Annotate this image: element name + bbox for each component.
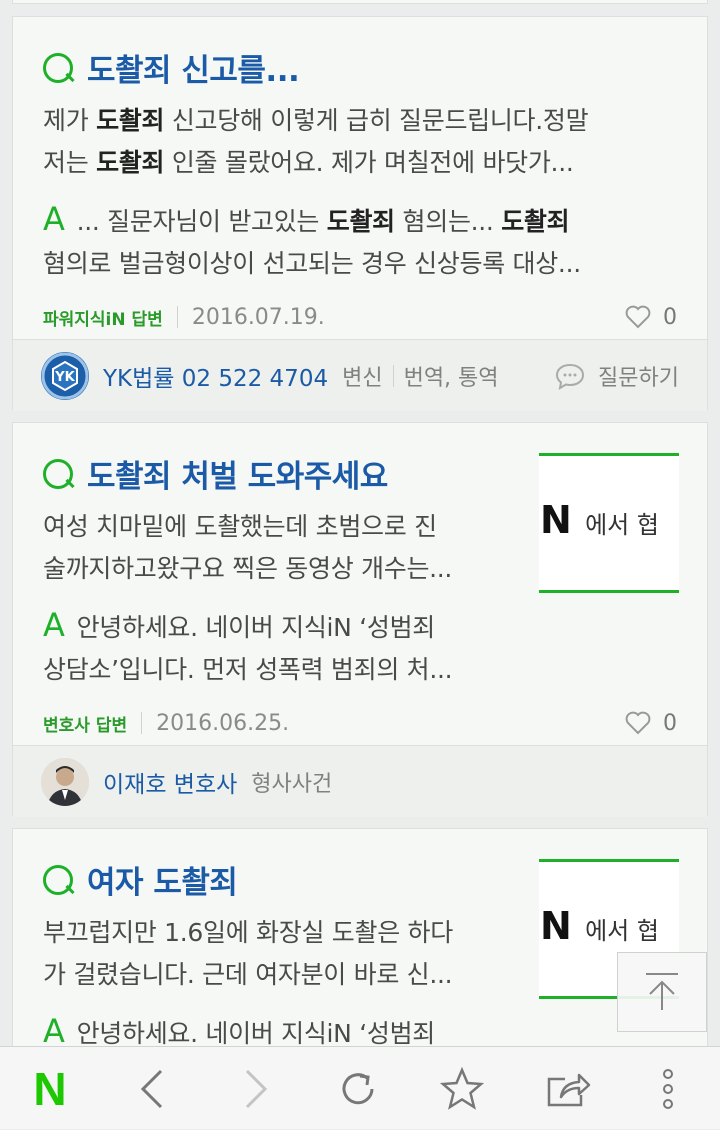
like-button[interactable]: 0 [625,305,677,330]
question-snippet: 부끄럽지만 1.6일에 화장실 도촬은 하다 가 걸렸습니다. 근데 여자분이 … [43,918,453,989]
back-button[interactable] [112,1047,192,1130]
question-snippet: 제가 도촬죄 신고당해 이렇게 급히 질문드립니다.정말 저는 도촬죄 인줄 몰… [43,106,589,177]
answerer-footer: YK YK법률 02 522 4704 변신 번역, 통역 질문하기 [13,339,707,411]
question-snippet: 여성 치마밑에 도촬했는데 초범으로 진 술까지하고왔구요 찍은 동영상 개수는… [43,512,453,583]
speech-bubble-icon [556,363,585,390]
forward-button[interactable] [216,1047,296,1130]
answer-snippet: A 안녕하세요. 네이버 지식iN ‘성범죄 상담소’입니다. 먼저 성폭력 범죄… [43,606,453,684]
answerer-category: 변신 [342,365,383,391]
divider [392,364,394,387]
like-count: 0 [663,304,677,330]
lawyer-avatar[interactable] [41,757,89,806]
like-button[interactable]: 0 [625,711,677,736]
heart-icon [625,305,651,329]
a-icon: A [43,200,65,238]
q-icon [43,52,73,83]
answer-date: 2016.07.19. [191,304,325,330]
more-vertical-icon [663,1068,673,1109]
a-icon: A [43,1012,65,1050]
question-title: 여자 도촬죄 [87,865,238,901]
heart-icon [625,711,651,735]
refresh-button[interactable] [318,1047,398,1130]
like-count: 0 [663,710,677,736]
naver-logo-icon: N [33,1062,67,1115]
divider [141,712,143,734]
answer-meta: 변호사 답변 2016.06.25. 0 [43,703,677,743]
previous-card-edge [12,0,708,4]
arrow-up-icon [646,973,678,1010]
answerer-name-link[interactable]: YK법률 02 522 4704 [103,359,328,393]
chevron-left-icon [140,1069,163,1108]
ask-question-button[interactable]: 질문하기 [554,360,679,392]
svg-text:YK: YK [54,370,75,385]
answerer-category: 형사사건 [251,771,333,797]
answer-snippet: A... 질문자님이 받고있는 도촬죄 혐의는... 도촬죄 혐의로 벌금형이상… [43,200,581,278]
ask-question-label: 질문하기 [598,365,679,391]
answerer-category-2: 번역, 통역 [403,365,499,391]
thumbnail-image[interactable]: iN 에서 협 [539,453,679,593]
bookmark-button[interactable] [422,1047,502,1130]
divider [176,306,178,328]
power-answer-badge: 파워지식iN 답변 [43,309,163,330]
answer-meta: 파워지식iN 답변 2016.07.19. 0 [43,297,677,337]
scroll-to-top-button[interactable] [617,952,707,1032]
yk-logo-avatar[interactable]: YK [41,351,89,400]
answerer-footer: 이재호 변호사 형사사건 [13,745,707,817]
a-icon: A [43,606,65,644]
chevron-right-icon [245,1069,268,1108]
naver-home-button[interactable]: N [10,1047,90,1130]
browser-toolbar: N [0,1046,720,1129]
question-title: 도촬죄 처벌 도와주세요 [87,459,388,495]
share-icon [547,1073,591,1106]
refresh-icon [342,1072,374,1104]
answerer-name-link[interactable]: 이재호 변호사 [103,765,237,799]
q-icon [43,458,73,489]
result-card-1[interactable]: 도촬죄 신고를... 제가 도촬죄 신고당해 이렇게 급히 질문드립니다.정말 … [12,16,708,411]
share-button[interactable] [528,1047,608,1130]
answer-date: 2016.06.25. [156,710,290,736]
result-card-2[interactable]: 도촬죄 처벌 도와주세요 여성 치마밑에 도촬했는데 초범으로 진 술까지하고왔… [12,422,708,817]
question-title: 도촬죄 신고를... [87,53,300,89]
question-title-link[interactable]: 도촬죄 신고를... [43,45,677,90]
lawyer-answer-badge: 변호사 답변 [43,715,128,736]
q-icon [43,864,73,895]
more-menu-button[interactable] [628,1047,708,1130]
star-icon [439,1066,485,1110]
